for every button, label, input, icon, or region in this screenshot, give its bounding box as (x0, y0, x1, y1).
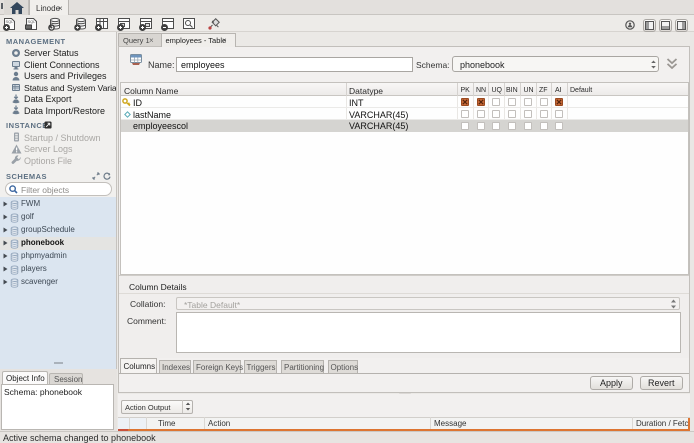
svg-text:SQL: SQL (6, 19, 15, 24)
svg-text:SQL: SQL (28, 19, 37, 24)
